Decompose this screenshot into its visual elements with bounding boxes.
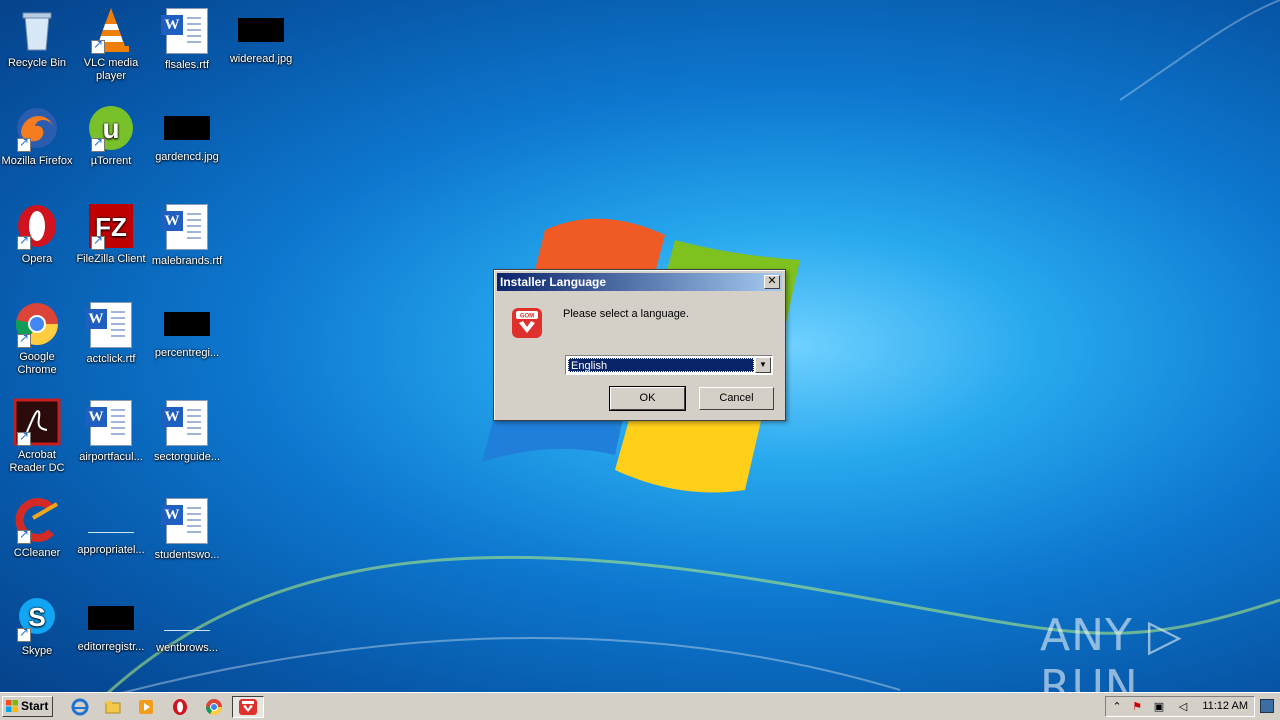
internet-explorer-icon[interactable] bbox=[71, 698, 89, 716]
close-button[interactable]: ✕ bbox=[764, 275, 780, 289]
language-select[interactable]: English ▼ bbox=[565, 355, 773, 375]
start-label: Start bbox=[21, 699, 49, 713]
language-select-value: English bbox=[568, 358, 754, 372]
shortcut-arrow-icon bbox=[17, 332, 31, 348]
dialog-title: Installer Language bbox=[500, 275, 607, 289]
image-thumbnail bbox=[238, 18, 284, 42]
file-thumbnail bbox=[88, 606, 134, 630]
opera-icon bbox=[13, 202, 61, 250]
show-desktop-button[interactable] bbox=[1260, 699, 1274, 713]
desktop-icon-gardencd[interactable]: gardencd.jpg bbox=[150, 104, 224, 164]
opera-icon[interactable] bbox=[171, 698, 189, 716]
acrobat-reader-icon bbox=[13, 398, 61, 446]
installer-language-dialog: Installer Language ✕ GOM Please select a… bbox=[493, 269, 786, 421]
word-document-icon: W bbox=[85, 302, 132, 348]
filezilla-icon: FZ bbox=[87, 202, 135, 250]
desktop-icon-recycle-bin[interactable]: Recycle Bin bbox=[0, 6, 74, 70]
gom-player-icon: GOM bbox=[512, 308, 542, 338]
svg-text:u: u bbox=[102, 113, 119, 144]
desktop-icon-flsales[interactable]: W flsales.rtf bbox=[150, 6, 224, 72]
show-hidden-icons-chevron-icon[interactable]: ⌃ bbox=[1110, 700, 1124, 714]
desktop-icon-ccleaner[interactable]: CCleaner bbox=[0, 496, 74, 560]
firefox-icon bbox=[13, 104, 61, 152]
word-document-icon: W bbox=[161, 400, 208, 446]
vlc-cone-icon bbox=[87, 6, 135, 54]
shortcut-arrow-icon bbox=[91, 38, 105, 54]
shortcut-arrow-icon bbox=[91, 136, 105, 152]
desktop-icon-wideread[interactable]: wideread.jpg bbox=[224, 6, 298, 66]
media-player-icon[interactable] bbox=[137, 698, 155, 716]
desktop-icon-wentbrows[interactable]: wentbrows... bbox=[150, 594, 224, 655]
shortcut-arrow-icon bbox=[91, 234, 105, 250]
desktop-icon-actclick[interactable]: W actclick.rtf bbox=[74, 300, 148, 366]
start-button[interactable]: Start bbox=[2, 696, 53, 717]
action-center-flag-icon[interactable]: ⚑ bbox=[1130, 700, 1144, 714]
desktop-icon-percentregi[interactable]: percentregi... bbox=[150, 300, 224, 360]
word-document-icon: W bbox=[161, 8, 208, 54]
ok-button[interactable]: OK bbox=[609, 386, 686, 411]
dialog-titlebar[interactable]: Installer Language ✕ bbox=[497, 273, 782, 291]
windows-flag-icon bbox=[6, 700, 18, 712]
chrome-icon[interactable] bbox=[205, 698, 223, 716]
file-thumbnail bbox=[88, 508, 134, 533]
desktop-icon-studentswo[interactable]: W studentswo... bbox=[150, 496, 224, 562]
svg-text:GOM: GOM bbox=[520, 314, 534, 320]
clock[interactable]: 11:12 AM bbox=[1202, 700, 1248, 712]
word-document-icon: W bbox=[161, 204, 208, 250]
desktop-icon-appropriatel[interactable]: appropriatel... bbox=[74, 496, 148, 557]
desktop-icon-sectorguide[interactable]: W sectorguide... bbox=[150, 398, 224, 464]
word-document-icon: W bbox=[85, 400, 132, 446]
desktop-icon-malebrands[interactable]: W malebrands.rtf bbox=[150, 202, 224, 268]
desktop-icon-chrome[interactable]: Google Chrome bbox=[0, 300, 74, 377]
desktop-icon-firefox[interactable]: Mozilla Firefox bbox=[0, 104, 74, 168]
system-tray: ⌃ ⚑ ▣ ◁ 11:12 AM bbox=[1105, 696, 1255, 717]
taskbar-gom-installer[interactable] bbox=[232, 696, 264, 718]
windows-explorer-icon[interactable] bbox=[104, 698, 122, 716]
chrome-icon bbox=[13, 300, 61, 348]
shortcut-arrow-icon bbox=[17, 528, 31, 544]
ccleaner-icon bbox=[13, 496, 61, 544]
shortcut-arrow-icon bbox=[17, 430, 31, 446]
desktop-icon-airportfacul[interactable]: W airportfacul... bbox=[74, 398, 148, 464]
recycle-bin-icon bbox=[13, 6, 61, 54]
file-thumbnail bbox=[164, 312, 210, 336]
desktop-icon-filezilla[interactable]: FZ FileZilla Client bbox=[74, 202, 148, 266]
desktop-icon-vlc[interactable]: VLC media player bbox=[74, 6, 148, 83]
dialog-prompt: Please select a language. bbox=[563, 308, 689, 320]
skype-icon: S bbox=[13, 594, 61, 642]
utorrent-icon: u bbox=[87, 104, 135, 152]
desktop-icon-acrobat[interactable]: Acrobat Reader DC bbox=[0, 398, 74, 475]
desktop-icon-editorregistr[interactable]: editorregistr... bbox=[74, 594, 148, 654]
chevron-down-icon[interactable]: ▼ bbox=[755, 357, 771, 373]
desktop-icon-skype[interactable]: S Skype bbox=[0, 594, 74, 658]
shortcut-arrow-icon bbox=[17, 136, 31, 152]
image-thumbnail bbox=[164, 116, 210, 140]
cancel-button[interactable]: Cancel bbox=[699, 387, 774, 410]
volume-icon[interactable]: ◁ bbox=[1176, 700, 1190, 714]
network-icon[interactable]: ▣ bbox=[1152, 700, 1166, 714]
shortcut-arrow-icon bbox=[17, 626, 31, 642]
desktop-icon-utorrent[interactable]: u µTorrent bbox=[74, 104, 148, 168]
gom-player-icon bbox=[239, 699, 257, 715]
file-thumbnail bbox=[164, 606, 210, 631]
taskbar: Start ⌃ ⚑ ▣ ◁ 11:12 AM bbox=[0, 692, 1280, 720]
word-document-icon: W bbox=[161, 498, 208, 544]
desktop-icon-opera[interactable]: Opera bbox=[0, 202, 74, 266]
shortcut-arrow-icon bbox=[17, 234, 31, 250]
